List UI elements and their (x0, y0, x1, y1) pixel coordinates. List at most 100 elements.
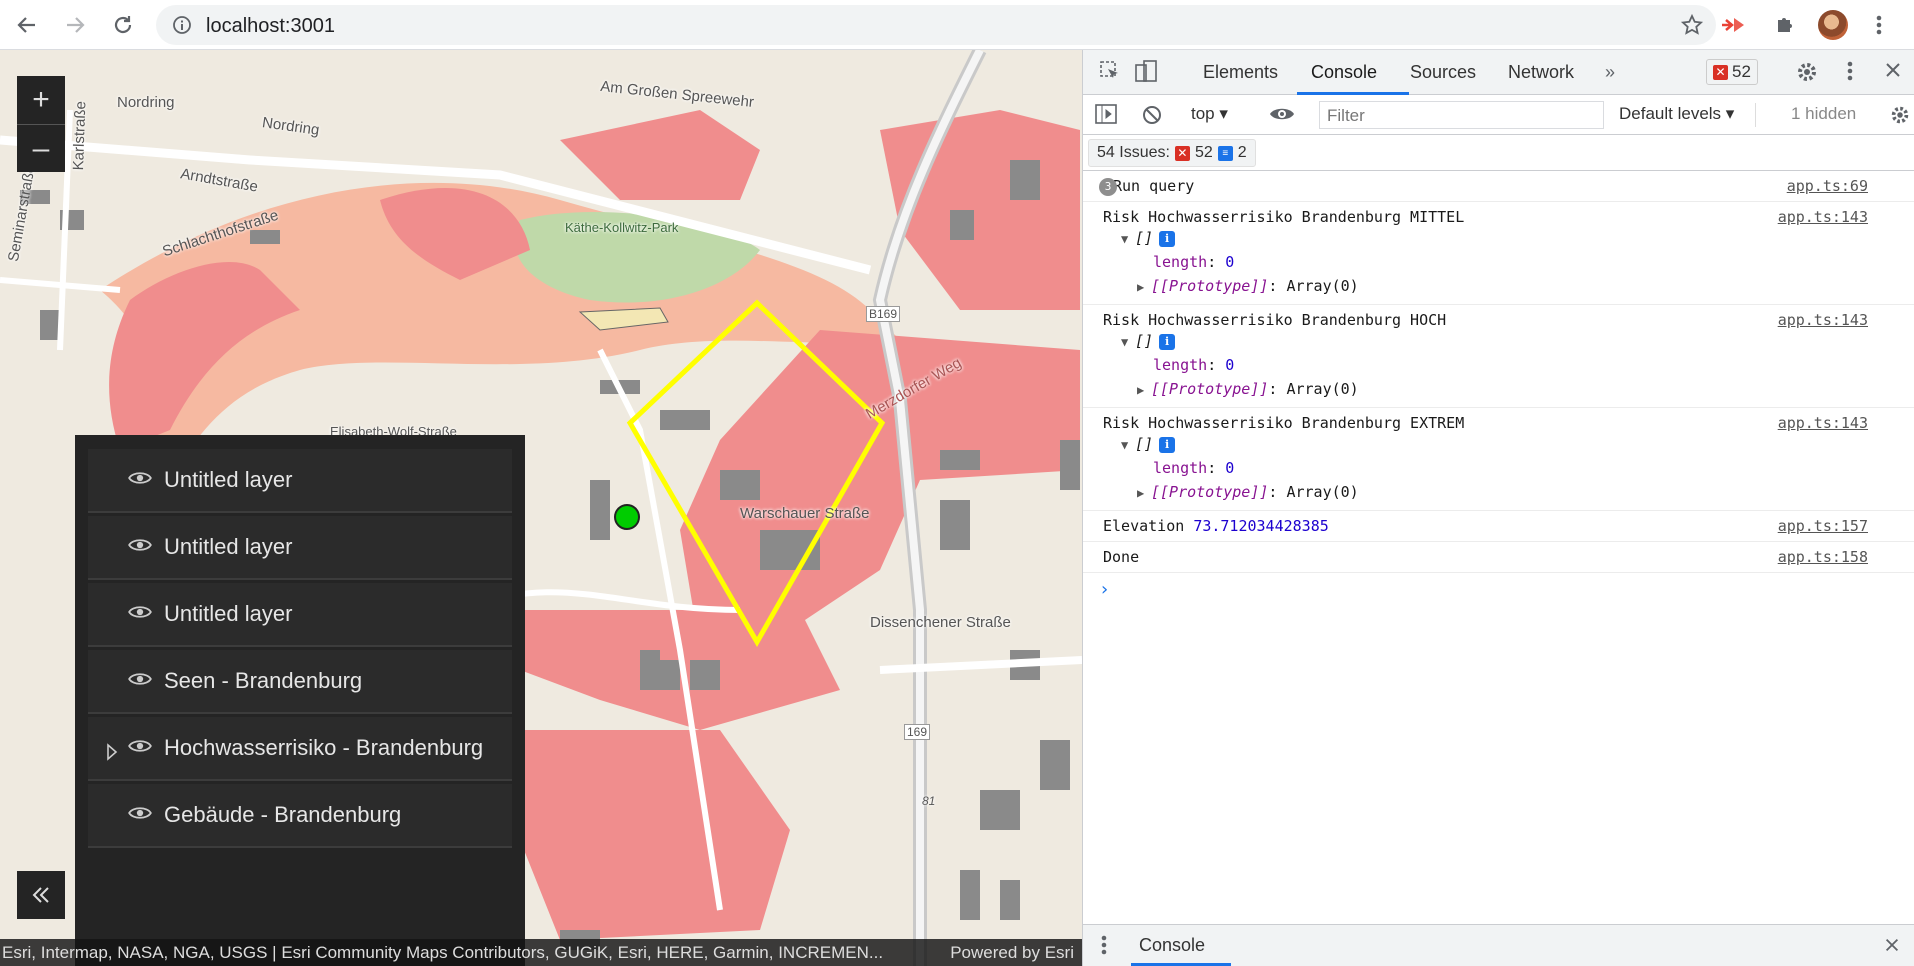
powered-by-esri[interactable]: Powered by Esri (950, 943, 1074, 963)
array-length: length: 0 (1153, 356, 1235, 374)
error-icon: ✕ (1713, 64, 1728, 80)
layer-list-item[interactable]: Untitled layer (88, 516, 512, 580)
sidebar-toggle-icon[interactable] (1095, 104, 1117, 129)
forward-arrow-icon[interactable] (58, 8, 92, 42)
source-link[interactable]: app.ts:69 (1787, 177, 1868, 195)
address-bar[interactable]: localhost:3001 (156, 5, 1716, 45)
console-message: Done app.ts:158 (1083, 542, 1914, 573)
devtools-tabbar: Elements Console Sources Network » ✕ 52 (1083, 50, 1914, 95)
context-selector[interactable]: top ▾ (1191, 104, 1228, 124)
puzzle-icon[interactable] (1768, 8, 1802, 42)
zoom-out-button[interactable]: – (17, 124, 65, 172)
layer-title: Hochwasserrisiko - Brandenburg (164, 735, 484, 760)
devtools-menu-icon[interactable] (1847, 60, 1853, 87)
error-count: 52 (1732, 62, 1751, 81)
visibility-eye-icon[interactable] (128, 467, 152, 493)
array-length: length: 0 (1153, 459, 1235, 477)
issues-button[interactable]: 54 Issues: ✕ 52 ≡ 2 (1088, 139, 1256, 167)
zoom-control: + – (17, 76, 65, 172)
tab-elements[interactable]: Elements (1203, 62, 1278, 83)
layer-list-item[interactable]: Untitled layer (88, 583, 512, 647)
layer-title: Untitled layer (164, 467, 293, 492)
message-text: Done (1103, 548, 1140, 566)
layer-list-item[interactable]: Seen - Brandenburg (88, 650, 512, 714)
prototype-toggle[interactable]: ▶ [[Prototype]]: Array(0) (1099, 377, 1914, 401)
prototype-toggle[interactable]: ▶ [[Prototype]]: Array(0) (1099, 274, 1914, 298)
avatar[interactable] (1816, 8, 1850, 42)
layer-title: Untitled layer (164, 534, 293, 559)
issues-bar: 54 Issues: ✕ 52 ≡ 2 (1083, 135, 1914, 171)
visibility-eye-icon[interactable] (128, 534, 152, 560)
log-levels-dropdown[interactable]: Default levels ▾ (1619, 104, 1734, 124)
array-toggle[interactable]: ▼[] i (1083, 432, 1914, 456)
url-text[interactable]: localhost:3001 (206, 15, 335, 38)
length-key: length (1153, 356, 1208, 374)
close-devtools-icon[interactable] (1883, 60, 1903, 85)
street-label: Nordring (117, 94, 175, 111)
tab-network[interactable]: Network (1508, 62, 1574, 83)
source-link[interactable]: app.ts:143 (1778, 311, 1868, 329)
array-literal: [] (1135, 435, 1154, 453)
layer-list-item[interactable]: Untitled layer (88, 449, 512, 513)
zoom-in-button[interactable]: + (17, 76, 65, 124)
source-link[interactable]: app.ts:158 (1778, 548, 1868, 566)
array-toggle[interactable]: ▼[] i (1083, 226, 1914, 250)
map-view[interactable]: Nordring Nordring Am Großen Spreewehr Ka… (0, 50, 1082, 966)
info-icon[interactable]: i (1159, 230, 1176, 247)
extension-icon[interactable] (1716, 8, 1750, 42)
array-toggle[interactable]: ▼[] i (1083, 329, 1914, 353)
tab-sources[interactable]: Sources (1410, 62, 1476, 83)
info-icon[interactable]: i (1159, 333, 1176, 350)
more-menu-icon[interactable] (1862, 8, 1896, 42)
array-length: length: 0 (1153, 253, 1235, 271)
visibility-eye-icon[interactable] (128, 802, 152, 828)
info-icon[interactable] (172, 15, 192, 40)
console-message: Risk Hochwasserrisiko Brandenburg HOCH ▼[… (1083, 305, 1914, 408)
console-toolbar: top ▾ Filter Default levels ▾ 1 hidden (1083, 95, 1914, 135)
error-count-badge[interactable]: ✕ 52 (1706, 59, 1758, 85)
location-marker[interactable] (614, 504, 640, 530)
prototype-value: Array(0) (1286, 380, 1359, 398)
filter-input[interactable]: Filter (1319, 101, 1604, 129)
drawer-tab-console[interactable]: Console (1139, 935, 1205, 956)
source-link[interactable]: app.ts:157 (1778, 517, 1868, 535)
prototype-key: [[Prototype]] (1151, 277, 1269, 295)
layer-list-item[interactable]: Gebäude - Brandenburg (88, 784, 512, 848)
attribution-text[interactable]: Esri, Intermap, NASA, NGA, USGS | Esri C… (2, 943, 883, 962)
reload-icon[interactable] (106, 8, 140, 42)
error-icon: ✕ (1174, 145, 1190, 161)
info-icon[interactable]: i (1159, 436, 1176, 453)
console-prompt[interactable]: › (1083, 573, 1914, 600)
inspect-icon[interactable] (1099, 60, 1121, 87)
prototype-toggle[interactable]: ▶ [[Prototype]]: Array(0) (1099, 480, 1914, 504)
close-drawer-icon[interactable] (1883, 936, 1901, 959)
console-settings-gear-icon[interactable] (1889, 104, 1911, 131)
live-expression-eye-icon[interactable] (1269, 104, 1295, 129)
layer-title: Untitled layer (164, 601, 293, 626)
settings-gear-icon[interactable] (1795, 60, 1819, 89)
source-link[interactable]: app.ts:143 (1778, 208, 1868, 226)
drawer-menu-icon[interactable] (1101, 934, 1107, 961)
visibility-eye-icon[interactable] (128, 601, 152, 627)
clear-console-icon[interactable] (1141, 104, 1163, 131)
visibility-eye-icon[interactable] (128, 735, 152, 761)
back-arrow-icon[interactable] (10, 8, 44, 42)
street-label: Warschauer Straße (740, 505, 870, 522)
message-text: Run query (1113, 177, 1195, 195)
star-icon[interactable] (1680, 13, 1704, 42)
road-shield: B169 (866, 306, 901, 322)
tab-console[interactable]: Console (1311, 62, 1377, 83)
visibility-eye-icon[interactable] (128, 668, 152, 694)
layer-list-item[interactable]: Hochwasserrisiko - Brandenburg (88, 717, 512, 781)
source-link[interactable]: app.ts:143 (1778, 414, 1868, 432)
levels-value: Default levels (1619, 104, 1722, 123)
hidden-count: 1 hidden (1791, 104, 1857, 123)
layer-title: Seen - Brandenburg (164, 668, 363, 693)
expand-caret-icon[interactable] (106, 741, 118, 767)
length-key: length (1153, 459, 1208, 477)
more-tabs-icon[interactable]: » (1605, 62, 1615, 83)
console-output: 3 Run query app.ts:69 Risk Hochwasserrisiko… (1083, 171, 1914, 600)
collapse-panel-button[interactable] (17, 871, 65, 919)
divider (1755, 103, 1756, 127)
device-toolbar-icon[interactable] (1135, 60, 1157, 89)
